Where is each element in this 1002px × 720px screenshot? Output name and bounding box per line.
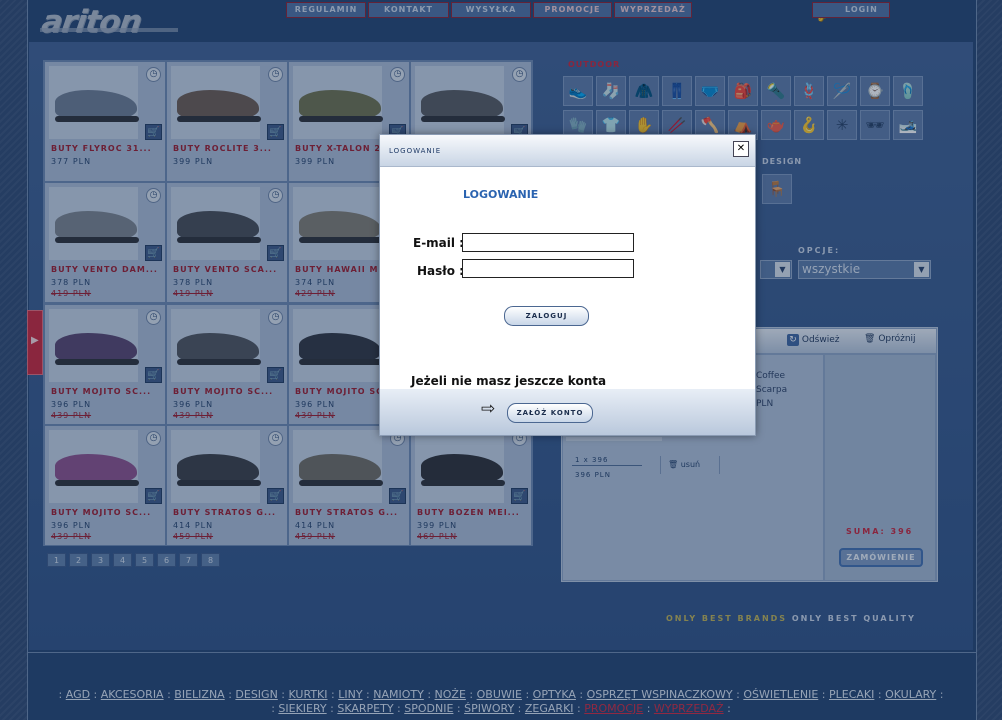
login-modal: LOGOWANIE ✕ LOGOWANIE E-mail : Hasło : Z…: [379, 134, 756, 436]
login-submit-button[interactable]: ZALOGUJ: [504, 306, 589, 326]
arrow-right-icon: ⇨: [481, 399, 496, 419]
register-button[interactable]: ZAŁÓŻ KONTO: [507, 403, 593, 423]
modal-footer: ⇨ ZAŁÓŻ KONTO: [380, 389, 755, 435]
modal-header: LOGOWANIE ✕: [380, 135, 755, 167]
password-field[interactable]: [462, 259, 634, 278]
modal-title: LOGOWANIE: [389, 147, 442, 155]
close-icon[interactable]: ✕: [733, 141, 749, 157]
email-label: E-mail :: [413, 236, 464, 250]
email-field[interactable]: [462, 233, 634, 252]
modal-heading: LOGOWANIE: [463, 188, 539, 201]
password-label: Hasło :: [417, 264, 464, 278]
no-account-text: Jeżeli nie masz jeszcze konta: [411, 374, 607, 388]
